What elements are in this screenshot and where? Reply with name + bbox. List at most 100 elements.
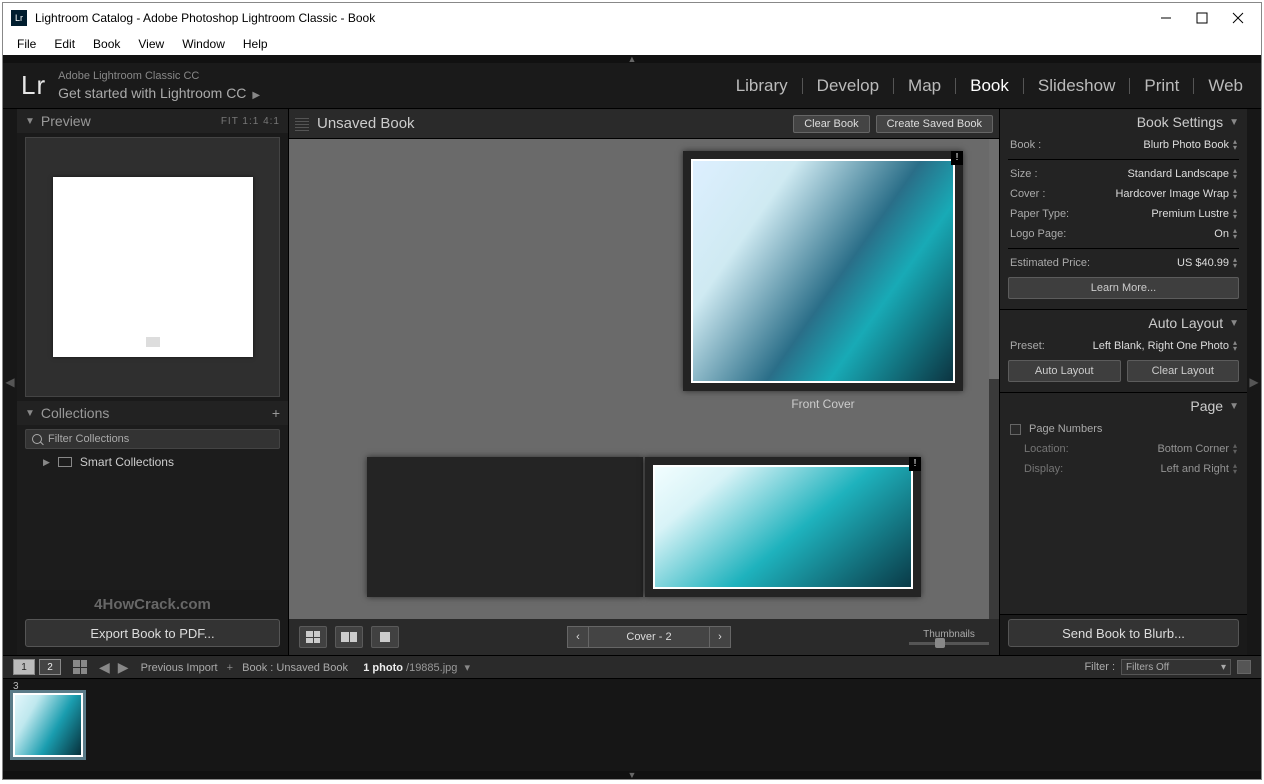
triangle-down-icon: ▼ [25,116,35,127]
minimize-button[interactable] [1159,11,1173,25]
collection-set-icon [58,457,72,467]
auto-layout-header[interactable]: Auto Layout▼ [1000,310,1247,336]
price-value[interactable]: US $40.99 [1177,257,1229,269]
page-numbers-checkbox[interactable] [1010,424,1021,435]
filter-placeholder: Filter Collections [48,433,129,445]
dropdown-icon: ▴▾ [1233,340,1237,352]
menu-window[interactable]: Window [174,35,233,53]
filter-select[interactable]: Filters Off▾ [1121,659,1231,675]
filmstrip[interactable]: 3 [3,679,1261,771]
preset-label: Preset: [1010,340,1045,352]
second-display-button[interactable]: 2 [39,659,61,675]
paper-value[interactable]: Premium Lustre [1151,208,1229,220]
book-toolbar: Unsaved Book Clear Book Create Saved Boo… [289,109,999,139]
spread-right-page[interactable]: ! [645,457,921,597]
page-numbers-label: Page Numbers [1029,423,1102,435]
close-button[interactable] [1231,11,1245,25]
menu-view[interactable]: View [130,35,172,53]
location-label: Location: [1024,443,1069,455]
main-display-button[interactable]: 1 [13,659,35,675]
nav-forward-button[interactable]: ▶ [114,659,133,676]
preview-page-thumb[interactable] [53,177,253,357]
smart-collections-item[interactable]: ▶ Smart Collections [17,451,288,473]
collections-body: Filter Collections ▶ Smart Collections [17,425,288,590]
module-library[interactable]: Library [722,78,803,94]
module-slideshow[interactable]: Slideshow [1024,78,1131,94]
page-indicator: Cover - 2 [589,626,709,648]
grid-icon[interactable] [73,660,87,674]
preview-canvas [25,137,280,397]
dropdown-icon: ▴▾ [1233,208,1237,220]
cover-value[interactable]: Hardcover Image Wrap [1115,188,1229,200]
bottom-collapse-bar[interactable]: ▼ [3,771,1261,779]
menu-edit[interactable]: Edit [46,35,83,53]
collections-panel-header[interactable]: ▼ Collections + [17,401,288,425]
module-print[interactable]: Print [1130,78,1194,94]
book-canvas[interactable]: ! Front Cover ! [289,139,999,619]
right-panel: Book Settings▼ Book :Blurb Photo Book▴▾ … [999,109,1247,655]
triangle-down-icon: ▼ [1229,318,1239,329]
spread-view-button[interactable] [335,626,363,648]
send-to-blurb-button[interactable]: Send Book to Blurb... [1008,619,1239,647]
thumbnail-size-slider[interactable]: Thumbnails [909,629,989,645]
logo-text: Lr [21,70,46,101]
module-book[interactable]: Book [956,78,1024,94]
grip-icon [295,117,309,131]
dropdown-icon: ▴▾ [1233,139,1237,151]
front-cover-page[interactable]: ! [683,151,963,391]
menu-help[interactable]: Help [235,35,276,53]
right-collapse-handle[interactable]: ▶ [1247,109,1261,655]
dropdown-icon: ▴▾ [1233,228,1237,240]
export-pdf-button[interactable]: Export Book to PDF... [25,619,280,647]
preview-zoom-options[interactable]: FIT 1:1 4:1 [221,116,280,127]
learn-more-button[interactable]: Learn More... [1008,277,1239,299]
paper-label: Paper Type: [1010,208,1069,220]
chevron-down-icon[interactable]: ▾ [464,662,470,674]
book-settings-header[interactable]: Book Settings▼ [1000,109,1247,135]
front-cover-label: Front Cover [683,397,963,411]
app-icon: Lr [11,10,27,26]
grid-view-button[interactable] [299,626,327,648]
filter-collections-input[interactable]: Filter Collections [25,429,280,449]
spread-left-page[interactable] [367,457,643,597]
menu-file[interactable]: File [9,35,44,53]
preset-value[interactable]: Left Blank, Right One Photo [1093,340,1229,352]
size-value[interactable]: Standard Landscape [1127,168,1229,180]
window-title: Lightroom Catalog - Adobe Photoshop Ligh… [35,11,1159,25]
module-web[interactable]: Web [1194,78,1243,94]
display-value: Left and Right [1160,463,1229,475]
next-page-button[interactable]: › [709,626,731,648]
maximize-button[interactable] [1195,11,1209,25]
module-map[interactable]: Map [894,78,956,94]
triangle-down-icon: ▼ [1229,401,1239,412]
cover-label: Cover : [1010,188,1045,200]
price-label: Estimated Price: [1010,257,1090,269]
identity-line1: Adobe Lightroom Classic CC [58,69,260,83]
identity-line2[interactable]: Get started with Lightroom CC [58,85,246,101]
filmstrip-thumb[interactable]: 3 [13,693,83,757]
logo-value[interactable]: On [1214,228,1229,240]
nav-back-button[interactable]: ◀ [95,659,114,676]
clear-book-button[interactable]: Clear Book [793,115,869,133]
auto-layout-button[interactable]: Auto Layout [1008,360,1121,382]
create-saved-book-button[interactable]: Create Saved Book [876,115,993,133]
single-view-button[interactable] [371,626,399,648]
top-collapse-bar[interactable]: ▲ [3,55,1261,63]
menu-book[interactable]: Book [85,35,128,53]
module-develop[interactable]: Develop [803,78,894,94]
preview-panel-header[interactable]: ▼ Preview FIT 1:1 4:1 [17,109,288,133]
prev-page-button[interactable]: ‹ [567,626,589,648]
source-path[interactable]: Previous Import + Book : Unsaved Book 1 … [141,661,470,674]
left-collapse-handle[interactable]: ◀ [3,109,17,655]
add-collection-button[interactable]: + [272,405,280,421]
warning-badge-icon[interactable]: ! [909,457,921,471]
canvas-scrollbar[interactable] [989,139,999,619]
display-label: Display: [1024,463,1063,475]
clear-layout-button[interactable]: Clear Layout [1127,360,1240,382]
book-value[interactable]: Blurb Photo Book [1143,139,1229,151]
warning-badge-icon[interactable]: ! [951,151,963,165]
dropdown-icon: ▴▾ [1233,257,1237,269]
filter-lock-button[interactable] [1237,660,1251,674]
title-bar: Lr Lightroom Catalog - Adobe Photoshop L… [3,3,1261,33]
page-header[interactable]: Page▼ [1000,393,1247,419]
